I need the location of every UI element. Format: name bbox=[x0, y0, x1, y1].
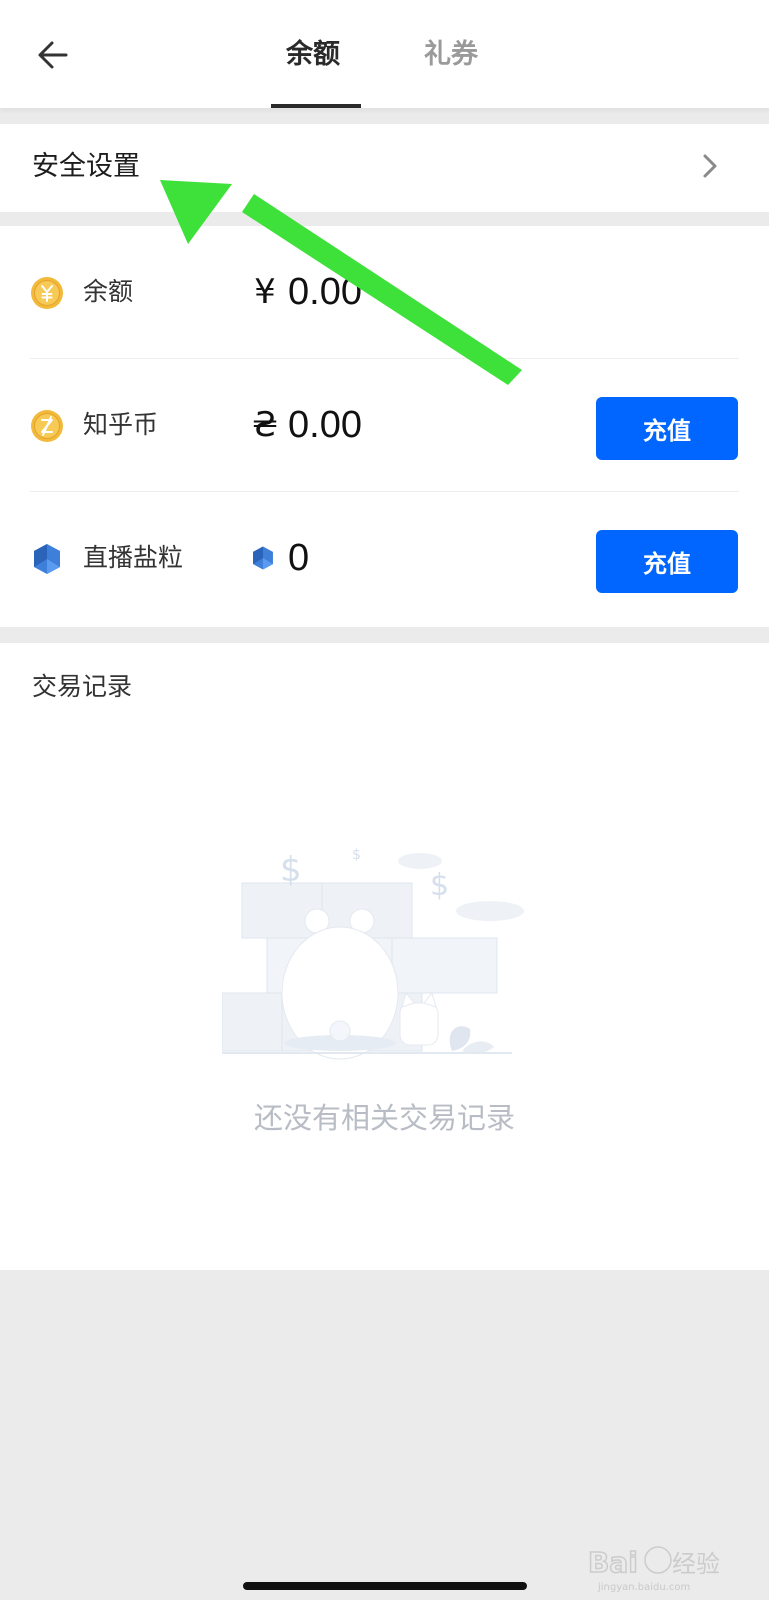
home-indicator bbox=[243, 1582, 527, 1590]
balance-card: 余额 ¥ 0.00 知乎币 ₴ 0.00 充值 直播盐粒 0 充值 bbox=[0, 226, 769, 627]
svg-text:经验: 经验 bbox=[672, 1550, 720, 1578]
recharge-button[interactable]: 充值 bbox=[596, 530, 738, 593]
empty-state-bear-illustration: $ $ $ bbox=[222, 847, 524, 1060]
svg-text:$: $ bbox=[430, 868, 449, 903]
yuan-coin-icon bbox=[31, 277, 63, 309]
baidu-jingyan-watermark-logo: Bai 经验 bbox=[588, 1545, 720, 1580]
watermark-url: jingyan.baidu.com bbox=[598, 1582, 691, 1593]
svg-text:$: $ bbox=[352, 847, 361, 863]
empty-state-message: 还没有相关交易记录 bbox=[253, 1101, 515, 1135]
currency-symbol: ¥ bbox=[254, 272, 276, 312]
balance-label: 直播盐粒 bbox=[83, 543, 184, 572]
security-settings-label: 安全设置 bbox=[32, 151, 140, 182]
balance-value: 0.00 bbox=[288, 271, 362, 313]
security-settings-row[interactable]: 安全设置 bbox=[0, 124, 769, 212]
balance-label: 余额 bbox=[83, 277, 134, 306]
top-nav-bar: 余额 礼券 bbox=[0, 0, 769, 109]
svg-text:$: $ bbox=[280, 850, 302, 890]
tab-balance[interactable]: 余额 bbox=[286, 32, 340, 78]
balance-value: 0.00 bbox=[288, 404, 362, 446]
zhihu-coin-icon bbox=[31, 410, 63, 442]
svg-text:Bai: Bai bbox=[588, 1546, 638, 1579]
transactions-section: 交易记录 $ $ $ 还没有相关交易记录 bbox=[0, 643, 769, 1270]
balance-value: 0 bbox=[288, 537, 310, 579]
back-button[interactable] bbox=[28, 30, 78, 80]
balance-row-yuan: 余额 ¥ 0.00 bbox=[0, 226, 769, 359]
balance-row-zhihu-coin: 知乎币 ₴ 0.00 充值 bbox=[0, 359, 769, 492]
wallet-page: 余额 礼券 安全设置 余额 ¥ 0.00 知乎币 ₴ 0.00 充值 直播盐粒 … bbox=[0, 0, 769, 1600]
salt-crystal-icon bbox=[34, 544, 60, 574]
chevron-right-icon bbox=[703, 154, 717, 178]
tab-coupons[interactable]: 礼券 bbox=[424, 32, 478, 78]
recharge-button[interactable]: 充值 bbox=[596, 397, 738, 460]
transactions-title: 交易记录 bbox=[32, 672, 133, 701]
balance-label: 知乎币 bbox=[83, 410, 159, 439]
arrow-left-icon bbox=[38, 41, 68, 69]
balance-row-salt: 直播盐粒 0 充值 bbox=[0, 492, 769, 625]
salt-crystal-icon bbox=[253, 546, 273, 570]
currency-symbol: ₴ bbox=[251, 405, 279, 445]
active-tab-indicator bbox=[271, 104, 361, 108]
